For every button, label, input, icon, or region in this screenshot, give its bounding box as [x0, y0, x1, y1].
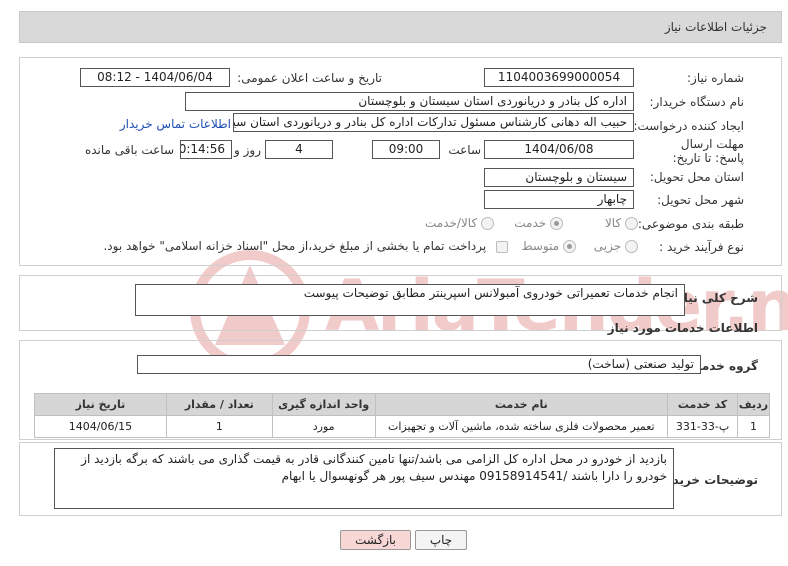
- announce-datetime-label: تاریخ و ساعت اعلان عمومی:: [237, 71, 382, 85]
- services-table: ردیف کد خدمت نام خدمت واحد اندازه گیری ت…: [34, 393, 770, 438]
- requester-label: ایجاد کننده درخواست:: [633, 119, 744, 133]
- process-type-label: نوع فرآیند خرید :: [659, 240, 744, 254]
- category-goods-radio[interactable]: [625, 217, 638, 230]
- category-goods-label: کالا: [604, 216, 622, 230]
- page-title: جزئیات اطلاعات نیاز: [664, 20, 767, 34]
- city-field: چابهار: [484, 190, 634, 209]
- category-service-label: خدمت: [514, 216, 547, 230]
- need-number-field: 1104003699000054: [484, 68, 634, 87]
- process-medium-label: متوسط: [521, 239, 560, 253]
- table-header-row: ردیف کد خدمت نام خدمت واحد اندازه گیری ت…: [34, 393, 770, 416]
- deadline-date-field: 1404/06/08: [484, 140, 634, 159]
- process-option-minor[interactable]: جزیی: [594, 239, 638, 253]
- deadline-days-field: 4: [265, 140, 333, 159]
- province-label: استان محل تحویل:: [649, 170, 744, 184]
- requester-field: حبیب اله دهانی کارشناس مسئول تدارکات ادا…: [233, 113, 634, 132]
- cell-service-name: تعمیر محصولات فلزی ساخته شده، ماشین آلات…: [374, 415, 669, 438]
- category-label: طبقه بندی موضوعی:: [637, 217, 744, 231]
- services-section-title: اطلاعات خدمات مورد نیاز: [607, 321, 758, 335]
- cell-service-code: پ-33-331: [667, 415, 739, 438]
- buyer-contact-link[interactable]: اطلاعات تماس خریدار: [120, 117, 231, 131]
- process-medium-radio[interactable]: [563, 240, 576, 253]
- deadline-days-label: روز و: [234, 143, 261, 157]
- col-unit: واحد اندازه گیری: [271, 393, 376, 416]
- cell-unit: مورد: [271, 415, 376, 438]
- page-header: جزئیات اطلاعات نیاز: [19, 11, 782, 43]
- category-option-service[interactable]: خدمت: [514, 216, 563, 230]
- remaining-time-label: ساعت باقی مانده: [84, 143, 174, 157]
- deadline-time-label: ساعت: [448, 143, 481, 157]
- category-service-radio[interactable]: [550, 217, 563, 230]
- category-goods-service-label: کالا/خدمت: [424, 216, 478, 230]
- col-quantity: تعداد / مقدار: [165, 393, 273, 416]
- province-field: سیستان و بلوچستان: [484, 168, 634, 187]
- back-button[interactable]: بازگشت: [340, 530, 411, 550]
- service-group-field: تولید صنعتی (ساخت): [137, 355, 701, 374]
- deadline-time-field: 09:00: [372, 140, 440, 159]
- table-row: 1 پ-33-331 تعمیر محصولات فلزی ساخته شده،…: [34, 415, 770, 438]
- deadline-label: مهلت ارسال پاسخ: تا تاریخ:: [664, 137, 744, 165]
- remaining-time-field: 00:14:56: [180, 140, 232, 159]
- treasury-payment-note: پرداخت تمام یا بخشی از مبلغ خرید،از محل …: [103, 239, 487, 253]
- col-row-number: ردیف: [737, 393, 770, 416]
- announce-datetime-field: 1404/06/04 - 08:12: [80, 68, 230, 87]
- buyer-org-label: نام دستگاه خریدار:: [649, 95, 745, 109]
- buyer-org-field: اداره کل بنادر و دریانوردی استان سیستان …: [185, 92, 634, 111]
- category-option-goods-service[interactable]: کالا/خدمت: [425, 216, 494, 230]
- treasury-payment-option[interactable]: پرداخت تمام یا بخشی از مبلغ خرید،از محل …: [103, 239, 508, 253]
- col-service-code: کد خدمت: [667, 393, 739, 416]
- need-number-label: شماره نیاز:: [687, 71, 744, 85]
- cell-quantity: 1: [165, 415, 273, 438]
- buyer-notes-field: بازدید از خودرو در محل اداره کل الزامی م…: [54, 448, 674, 509]
- process-minor-radio[interactable]: [625, 240, 638, 253]
- process-option-medium[interactable]: متوسط: [521, 239, 576, 253]
- cell-need-date: 1404/06/15: [34, 415, 167, 438]
- city-label: شهر محل تحویل:: [657, 193, 744, 207]
- treasury-payment-checkbox[interactable]: [496, 240, 508, 253]
- col-service-name: نام خدمت: [374, 393, 669, 416]
- general-description-field: انجام خدمات تعمیراتی خودروی آمبولانس اسپ…: [135, 284, 685, 316]
- cell-row-number: 1: [737, 415, 770, 438]
- deadline-label-text: مهلت ارسال پاسخ: تا تاریخ:: [672, 137, 744, 165]
- category-goods-service-radio[interactable]: [481, 217, 494, 230]
- process-minor-label: جزیی: [593, 239, 622, 253]
- col-need-date: تاریخ نیاز: [34, 393, 167, 416]
- category-option-goods[interactable]: کالا: [605, 216, 638, 230]
- print-button[interactable]: چاپ: [415, 530, 467, 550]
